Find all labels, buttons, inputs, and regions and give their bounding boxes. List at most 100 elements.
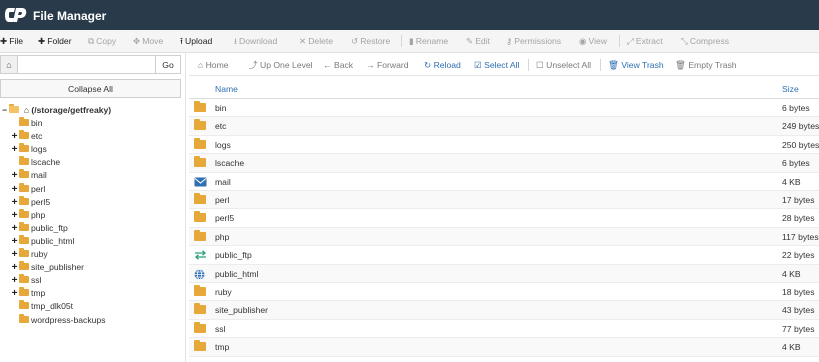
collapse-all-button[interactable]: Collapse All — [0, 79, 181, 98]
view-button[interactable]: ◉ View — [579, 30, 607, 52]
table-row[interactable]: mail 4 KB — [189, 173, 819, 191]
tree-item[interactable]: bin — [10, 117, 42, 130]
plus-expand-icon[interactable]: + — [10, 169, 19, 182]
table-row[interactable]: bin 6 bytes — [189, 99, 819, 118]
file-name[interactable]: ruby — [215, 283, 232, 301]
table-row[interactable]: public_ftp 22 bytes — [189, 246, 819, 265]
file-name[interactable]: lscache — [215, 154, 244, 172]
tree-item[interactable]: + perl5 — [10, 195, 51, 209]
move-button[interactable]: ✥ Move — [133, 30, 163, 52]
tree-item[interactable]: + ruby — [10, 248, 48, 261]
file-name[interactable]: perl5 — [215, 209, 234, 227]
file-size: 77 bytes — [782, 323, 815, 334]
restore-button[interactable]: ↺ Restore — [351, 30, 390, 52]
table-row[interactable]: public_html 4 KB — [189, 264, 819, 283]
file-name[interactable]: bin — [215, 99, 226, 117]
table-row[interactable]: perl 17 bytes — [189, 191, 819, 210]
extract-button[interactable]: ⤢ Extract — [627, 30, 663, 52]
home-nav-button[interactable]: ⌂ Home — [198, 55, 229, 75]
up-one-level-button[interactable]: ⤴ Up One Level — [249, 55, 313, 75]
plus-expand-icon[interactable]: + — [10, 130, 19, 143]
folder-button[interactable]: ✚ Folder — [38, 30, 72, 52]
file-name[interactable]: etc — [215, 117, 226, 135]
home-icon: ⌂ — [23, 105, 30, 115]
select-all-button[interactable]: ☑ Select All — [474, 55, 519, 75]
tree-item-label: mail — [31, 170, 47, 181]
file-name[interactable]: perl — [215, 191, 229, 209]
plus-expand-icon[interactable]: + — [10, 222, 19, 235]
tree-item[interactable]: + etc — [10, 130, 42, 143]
tree-item[interactable]: + ssl — [10, 274, 42, 287]
back-button[interactable]: ← Back — [323, 55, 353, 75]
plus-expand-icon[interactable]: + — [10, 274, 19, 287]
forward-button[interactable]: → Forward — [366, 55, 409, 75]
table-row[interactable]: ssl 77 bytes — [189, 320, 819, 339]
table-row[interactable]: ruby 18 bytes — [189, 283, 819, 302]
file-name[interactable]: public_ftp — [215, 246, 252, 264]
cpanel-logo-icon — [5, 8, 27, 22]
table-row[interactable]: perl5 28 bytes — [189, 209, 819, 228]
plus-expand-icon[interactable]: + — [10, 183, 19, 196]
tree-item-label: perl5 — [31, 196, 51, 207]
plus-expand-icon[interactable]: + — [10, 143, 19, 156]
view-trash-label: View Trash — [621, 60, 664, 70]
file-name[interactable]: logs — [215, 136, 231, 154]
upload-button[interactable]: ⭱ Upload — [180, 30, 212, 52]
upload-icon: ⭱ — [180, 36, 184, 46]
compress-button[interactable]: ⤡ Compress — [681, 30, 729, 52]
folder-icon — [19, 208, 29, 218]
tree-item[interactable]: + tmp — [10, 287, 45, 300]
tree-item[interactable]: + site_publisher — [10, 261, 84, 274]
tree-item[interactable]: wordpress-backups — [10, 313, 106, 327]
plus-expand-icon[interactable]: + — [10, 235, 19, 248]
plus-expand-icon[interactable]: + — [10, 196, 19, 209]
table-row[interactable]: etc 249 bytes — [189, 117, 819, 136]
path-input[interactable] — [18, 55, 156, 74]
permissions-button[interactable]: ⚷ Permissions — [506, 30, 561, 52]
reload-button[interactable]: ↻ Reload — [424, 55, 461, 75]
table-row[interactable]: logs 250 bytes — [189, 136, 819, 155]
file-name[interactable]: public_html — [215, 265, 258, 283]
tree-item[interactable]: + mail — [10, 169, 47, 182]
folder-icon — [19, 130, 29, 140]
plus-expand-icon[interactable]: + — [10, 261, 19, 274]
empty-trash-button[interactable]: 🗑 Empty Trash — [675, 55, 737, 75]
file-name[interactable]: tmp — [215, 338, 229, 356]
tree-item[interactable]: + logs — [10, 143, 47, 156]
home-icon[interactable]: ⌂ — [0, 55, 18, 74]
plus-expand-icon[interactable]: + — [10, 209, 19, 222]
tree-item[interactable]: + public_html — [10, 234, 74, 248]
go-button[interactable]: Go — [156, 55, 181, 74]
size-column-header[interactable]: Size — [782, 80, 799, 98]
file-button[interactable]: ✚ File — [0, 30, 23, 52]
file-size: 117 bytes — [782, 231, 819, 242]
folder-icon — [194, 193, 206, 206]
tree-root[interactable]: − ⌂ (/storage/getfreaky) — [2, 104, 111, 117]
file-name[interactable]: site_publisher — [215, 301, 268, 319]
table-row[interactable]: site_publisher 43 bytes — [189, 301, 819, 320]
download-button[interactable]: ⭳ Download — [234, 30, 277, 52]
file-name[interactable]: ssl — [215, 320, 226, 338]
table-row[interactable]: lscache 6 bytes — [189, 154, 819, 173]
delete-button[interactable]: ✕ Delete — [299, 30, 333, 52]
plus-expand-icon[interactable]: + — [10, 248, 19, 261]
plus-expand-icon[interactable]: + — [10, 287, 19, 300]
view-trash-button[interactable]: 🗑 View Trash — [608, 55, 664, 75]
unselect-all-button[interactable]: ☐ Unselect All — [536, 55, 591, 75]
name-column-header[interactable]: Name — [215, 80, 238, 98]
tree-item[interactable]: + public_ftp — [10, 221, 68, 235]
tree-item-label: perl — [31, 183, 46, 194]
rename-button[interactable]: ▮ Rename — [409, 30, 448, 52]
copy-button[interactable]: ⧉ Copy — [88, 30, 116, 52]
file-name[interactable]: mail — [215, 173, 231, 191]
tree-item[interactable]: + perl — [10, 182, 46, 196]
folder-icon — [19, 169, 29, 179]
table-row[interactable]: php 117 bytes — [189, 227, 819, 247]
tree-item[interactable]: tmp_dlk05t — [10, 300, 73, 313]
tree-item[interactable]: lscache — [10, 156, 60, 169]
tree-item[interactable]: + php — [10, 208, 45, 222]
edit-button[interactable]: ✎ Edit — [466, 30, 490, 52]
table-row[interactable]: tmp 4 KB — [189, 338, 819, 357]
file-size: 28 bytes — [782, 213, 815, 224]
file-name[interactable]: php — [215, 228, 229, 246]
